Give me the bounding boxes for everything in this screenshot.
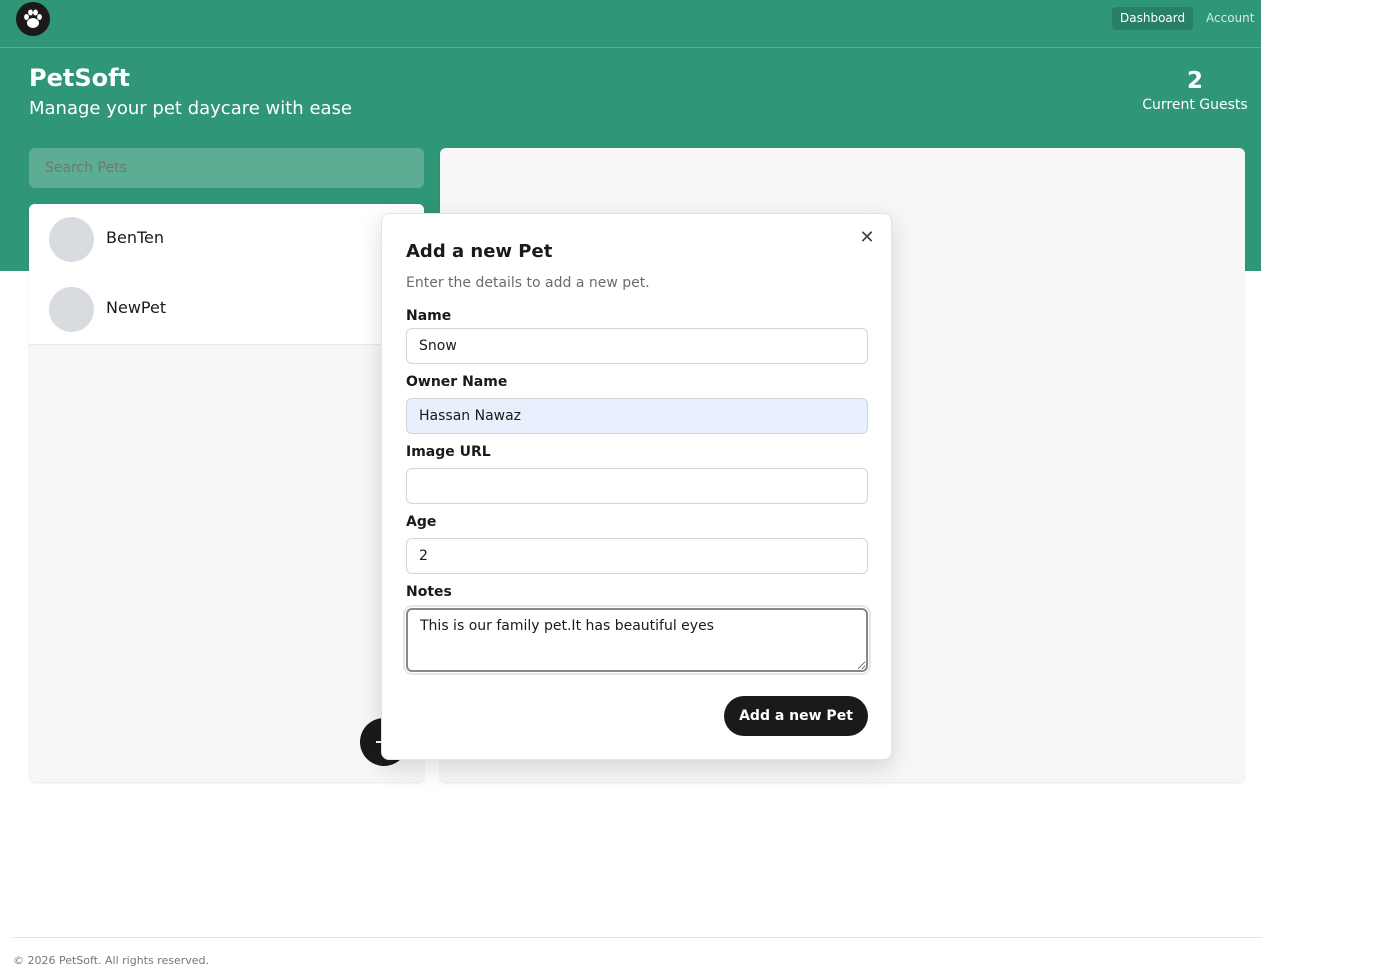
image-url-label: Image URL: [406, 444, 491, 460]
age-field[interactable]: [406, 538, 868, 574]
top-navigation: Dashboard Account: [0, 0, 1261, 48]
guest-count-label: Current Guests: [1142, 97, 1248, 113]
close-icon[interactable]: ✕: [857, 228, 877, 248]
add-pet-dialog: ✕ Add a new Pet Enter the details to add…: [381, 213, 892, 760]
owner-name-label: Owner Name: [406, 374, 508, 390]
dialog-title: Add a new Pet: [406, 241, 553, 262]
guest-count: 2: [1186, 68, 1203, 94]
notes-field[interactable]: This is our family pet.It has beautiful …: [403, 605, 871, 675]
name-label: Name: [406, 308, 452, 324]
paw-icon[interactable]: [16, 2, 50, 36]
app-subtitle: Manage your pet daycare with ease: [29, 98, 352, 119]
pet-list-panel: BenTen NewPet: [29, 204, 424, 782]
owner-name-field[interactable]: [406, 398, 868, 434]
pet-name: NewPet: [106, 298, 167, 317]
pet-list: BenTen NewPet: [29, 204, 424, 345]
notes-label: Notes: [406, 584, 452, 600]
pet-name: BenTen: [106, 228, 164, 247]
app-title: PetSoft: [29, 64, 131, 92]
nav-account-link[interactable]: Account: [1198, 7, 1262, 30]
age-label: Age: [406, 514, 437, 530]
list-item[interactable]: NewPet: [29, 274, 424, 344]
avatar: [49, 217, 94, 262]
dialog-description: Enter the details to add a new pet.: [406, 275, 650, 291]
avatar: [49, 287, 94, 332]
name-field[interactable]: [406, 328, 868, 364]
search-input[interactable]: [29, 148, 424, 188]
footer-divider: [13, 937, 1262, 938]
nav-dashboard-link[interactable]: Dashboard: [1112, 7, 1194, 30]
footer-copyright: © 2026 PetSoft. All rights reserved.: [13, 954, 210, 967]
list-item[interactable]: BenTen: [29, 204, 424, 274]
add-pet-submit-button[interactable]: Add a new Pet: [724, 696, 868, 736]
image-url-field[interactable]: [406, 468, 868, 504]
